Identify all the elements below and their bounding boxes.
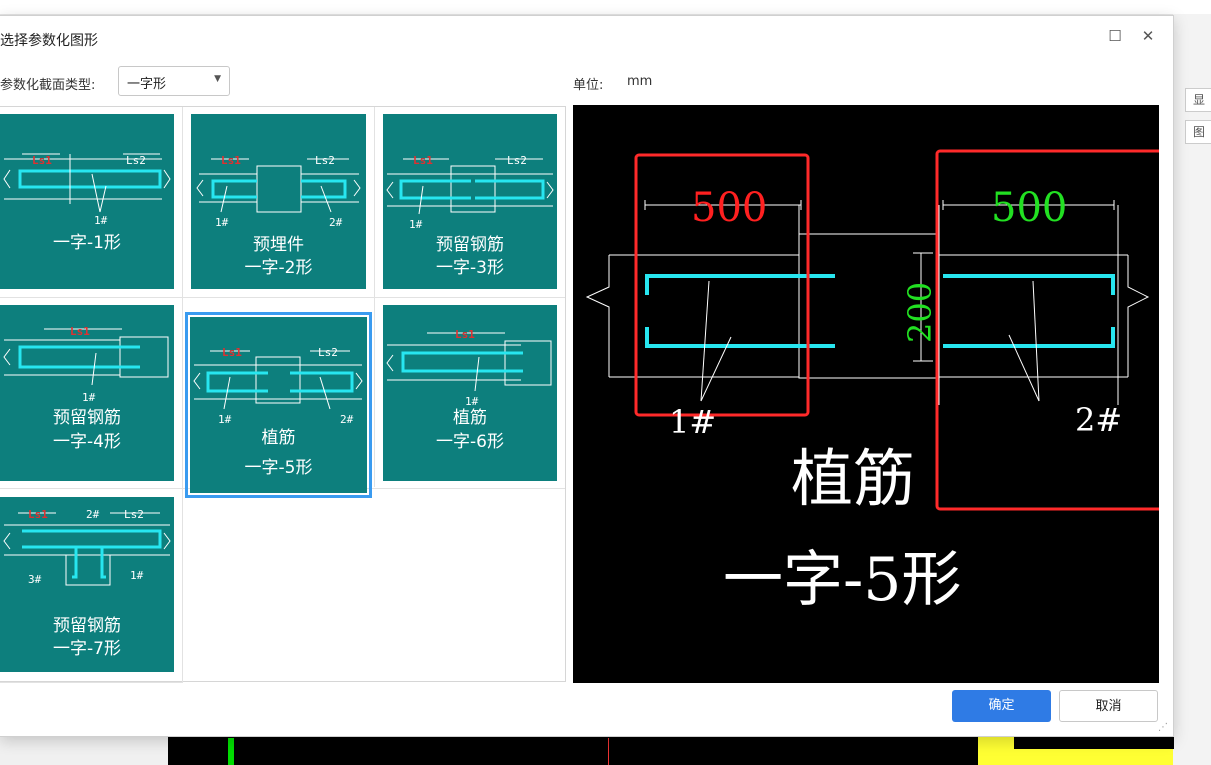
unit-label: 单位: xyxy=(573,78,604,93)
thumb5-caption-line2: 一字-5形 xyxy=(244,458,313,478)
shape-thumbnail-5[interactable]: Ls1 Ls2 1# 2# 植筋 一字-5形 xyxy=(185,312,372,498)
thumb1-ls1-tag: Ls1 xyxy=(32,154,52,167)
thumb4-1-tag: 1# xyxy=(82,391,96,404)
ok-button[interactable]: 确定 xyxy=(952,690,1051,722)
thumb1-ls2-tag: Ls2 xyxy=(126,154,146,167)
shape-gallery: Ls1 Ls2 1# 一字-1形 Ls1 Ls2 1# 2# 预埋件 一字-2形… xyxy=(0,106,566,683)
background-yellow-region xyxy=(978,735,1174,765)
preview-dim-left: 500 xyxy=(691,185,767,231)
thumb7-caption-line1: 预留钢筋 xyxy=(53,616,121,636)
shape-thumbnail-4[interactable]: Ls1 1# 预留钢筋 一字-4形 xyxy=(0,305,174,481)
thumb7-2-tag: 2# xyxy=(86,508,100,521)
section-type-select[interactable]: 一字形 ▼ xyxy=(118,66,230,96)
thumb3-ls1-tag: Ls1 xyxy=(413,154,433,167)
section-type-label: 参数化截面类型: xyxy=(0,78,96,93)
unit-value: mm xyxy=(627,74,653,89)
preview-tag-right: 2# xyxy=(1075,401,1122,439)
background-side-panel: 显 图 xyxy=(1173,14,1211,765)
background-cad-canvas xyxy=(168,735,978,765)
thumb5-2-tag: 2# xyxy=(340,413,354,426)
preview-dim-right: 500 xyxy=(991,185,1067,231)
thumb7-ls2-tag: Ls2 xyxy=(124,508,144,521)
dialog-title: 选择参数化图形 xyxy=(0,33,98,49)
thumb3-caption-line1: 预留钢筋 xyxy=(436,235,504,255)
thumb5-ls1-tag: Ls1 xyxy=(222,346,242,359)
thumb5-ls2-tag: Ls2 xyxy=(318,346,338,359)
shape-thumbnail-1[interactable]: Ls1 Ls2 1# 一字-1形 xyxy=(0,114,174,289)
thumb2-caption-line1: 预埋件 xyxy=(253,235,304,255)
preview-dim-height: 200 xyxy=(901,282,939,343)
thumb2-2-tag: 2# xyxy=(329,216,343,229)
thumb2-caption-line2: 一字-2形 xyxy=(244,258,313,278)
thumb7-caption-line2: 一字-7形 xyxy=(53,639,121,659)
chevron-down-icon: ▼ xyxy=(214,74,221,84)
thumb6-caption-line1: 植筋 xyxy=(453,408,487,428)
thumb3-ls2-tag: Ls2 xyxy=(507,154,527,167)
thumb2-1-tag: 1# xyxy=(215,216,229,229)
shape-thumbnail-3[interactable]: Ls1 Ls2 1# 预留钢筋 一字-3形 xyxy=(383,114,557,289)
side-tab-display[interactable]: 显 xyxy=(1185,88,1211,112)
preview-title-line1: 植筋 xyxy=(791,442,915,515)
close-icon[interactable]: ✕ xyxy=(1136,24,1160,48)
thumb6-caption-line2: 一字-6形 xyxy=(436,432,504,452)
maximize-icon[interactable]: ☐ xyxy=(1103,24,1127,48)
thumb5-1-tag: 1# xyxy=(218,413,232,426)
section-type-value: 一字形 xyxy=(127,77,167,92)
thumb7-3-tag: 3# xyxy=(28,573,42,586)
thumb3-1-tag: 1# xyxy=(409,218,423,231)
preview-title-line2: 一字-5形 xyxy=(723,545,961,615)
shape-thumbnail-7[interactable]: Ls1 2# Ls2 3# 1# 预留钢筋 一字-7形 xyxy=(0,497,174,672)
thumb5-caption-line1: 植筋 xyxy=(261,428,296,448)
thumb4-ls1-tag: Ls1 xyxy=(70,325,90,338)
shape-preview: 500 500 200 1# 2# 植筋 一字-5形 xyxy=(573,105,1167,683)
thumb6-ls1-tag: Ls1 xyxy=(455,328,475,341)
thumb1-caption-line2: 一字-1形 xyxy=(53,233,121,253)
resize-grip-icon[interactable]: ⋰ xyxy=(1158,722,1168,733)
background-axis-marker xyxy=(228,738,234,765)
thumb4-caption-line2: 一字-4形 xyxy=(53,432,121,452)
thumb4-caption-line1: 预留钢筋 xyxy=(53,408,121,428)
thumb2-ls2-tag: Ls2 xyxy=(315,154,335,167)
thumb2-ls1-tag: Ls1 xyxy=(221,154,241,167)
background-red-line xyxy=(608,738,609,765)
preview-tag-left: 1# xyxy=(669,403,716,441)
cancel-button[interactable]: 取消 xyxy=(1059,690,1158,722)
thumb7-1-tag: 1# xyxy=(130,569,144,582)
thumb7-ls1-tag: Ls1 xyxy=(28,508,48,521)
select-parametric-shape-dialog: 选择参数化图形 ☐ ✕ 参数化截面类型: 一字形 ▼ 单位: mm Ls1 Ls… xyxy=(0,15,1174,737)
shape-thumbnail-2[interactable]: Ls1 Ls2 1# 2# 预埋件 一字-2形 xyxy=(191,114,366,289)
thumb3-caption-line2: 一字-3形 xyxy=(436,258,504,278)
side-tab-figure[interactable]: 图 xyxy=(1185,120,1211,144)
background-toolbar xyxy=(0,0,1211,15)
thumb1-1-tag: 1# xyxy=(94,214,108,227)
shape-thumbnail-6[interactable]: Ls1 1# 植筋 一字-6形 xyxy=(383,305,557,481)
